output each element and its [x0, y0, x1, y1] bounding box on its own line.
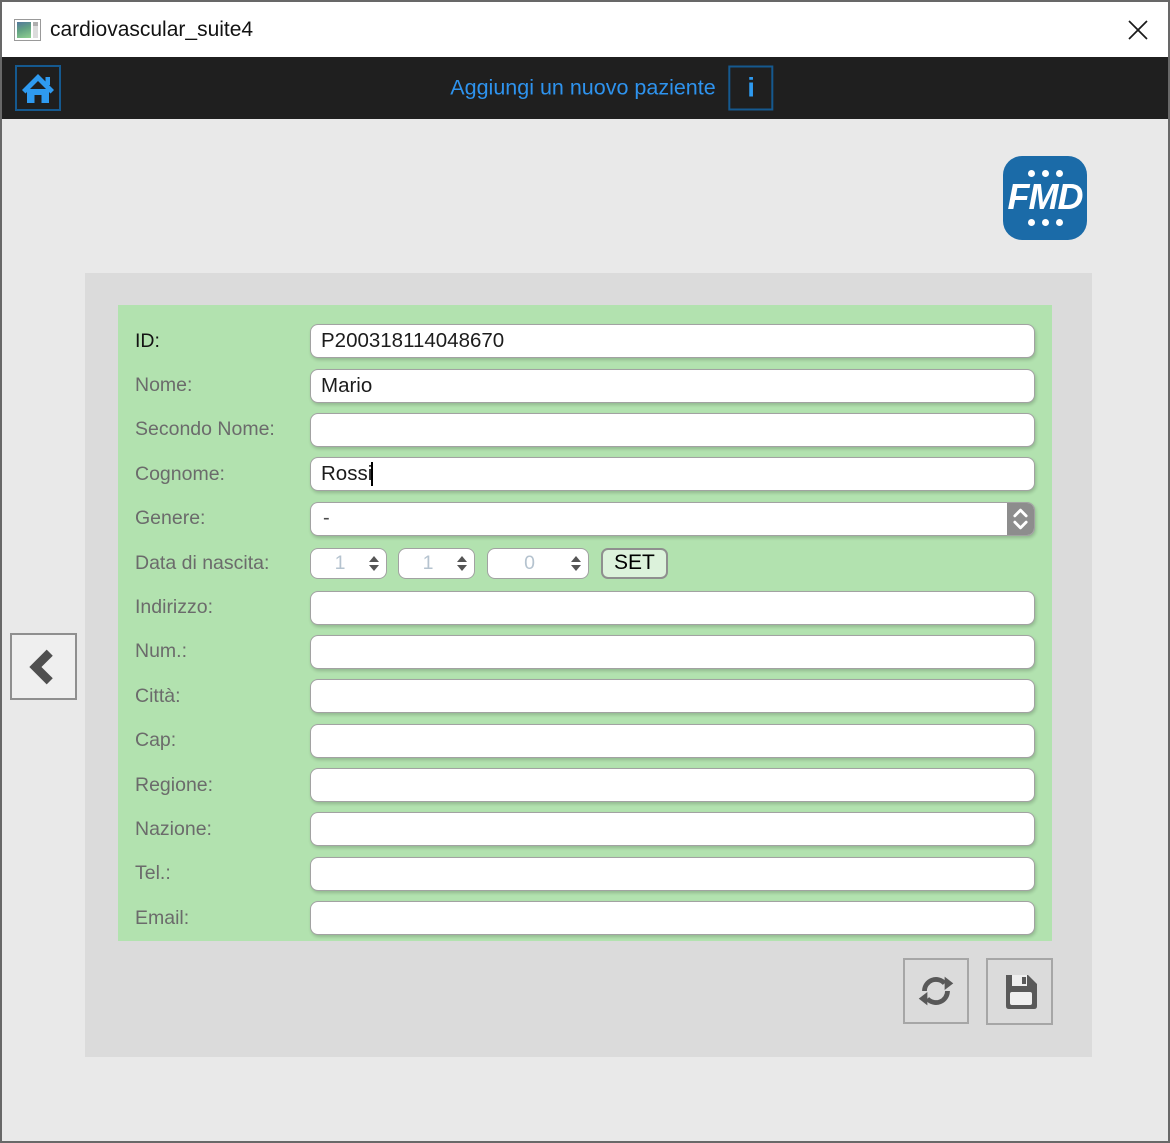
refresh-button[interactable]	[903, 958, 969, 1024]
genere-label: Genere:	[118, 507, 310, 530]
nome-input[interactable]	[310, 369, 1035, 403]
form-row-nome: Nome:	[118, 363, 1052, 407]
secondo-nome-label: Secondo Nome:	[118, 418, 310, 441]
set-date-button[interactable]: SET	[601, 548, 668, 579]
form-row-nazione: Nazione:	[118, 807, 1052, 851]
close-button[interactable]	[1108, 2, 1168, 57]
regione-input[interactable]	[310, 768, 1035, 802]
refresh-icon	[913, 968, 959, 1014]
arrow-up-icon	[457, 556, 467, 562]
cognome-input-wrap	[310, 457, 1035, 491]
form-row-citta: Città:	[118, 674, 1052, 718]
nav-center: Aggiungi un nuovo paziente i	[450, 66, 773, 111]
tel-input[interactable]	[310, 857, 1035, 891]
home-icon	[20, 70, 56, 106]
cap-label: Cap:	[118, 729, 310, 752]
arrow-down-icon	[457, 565, 467, 571]
fmd-logo: FMD	[1003, 156, 1087, 240]
tel-label: Tel.:	[118, 862, 310, 885]
form-row-id: ID:	[118, 319, 1052, 363]
info-icon: i	[747, 75, 755, 102]
arrow-up-icon	[369, 556, 379, 562]
indirizzo-label: Indirizzo:	[118, 596, 310, 619]
chevron-up-icon	[1012, 508, 1029, 518]
form-row-regione: Regione:	[118, 763, 1052, 807]
back-button[interactable]	[10, 633, 77, 700]
window-title: cardiovascular_suite4	[50, 18, 253, 42]
data-nascita-label: Data di nascita:	[118, 552, 310, 575]
genere-spinner-button[interactable]	[1007, 503, 1034, 535]
chevron-left-icon	[23, 646, 65, 688]
save-icon	[998, 970, 1042, 1014]
num-input[interactable]	[310, 635, 1035, 669]
form-row-indirizzo: Indirizzo:	[118, 585, 1052, 629]
info-button[interactable]: i	[729, 66, 774, 111]
id-input[interactable]	[310, 324, 1035, 358]
form-row-cap: Cap:	[118, 719, 1052, 763]
genere-select[interactable]: -	[310, 502, 1035, 536]
nazione-label: Nazione:	[118, 818, 310, 841]
genere-selected-value: -	[311, 503, 1007, 535]
page-title: Aggiungi un nuovo paziente	[450, 76, 715, 101]
email-label: Email:	[118, 907, 310, 930]
arrow-down-icon	[369, 565, 379, 571]
nav-bar: Aggiungi un nuovo paziente i	[2, 57, 1168, 119]
form-row-num: Num.:	[118, 630, 1052, 674]
year-spinner[interactable]: 0	[487, 548, 589, 579]
form-row-secondo-nome: Secondo Nome:	[118, 408, 1052, 452]
nazione-input[interactable]	[310, 812, 1035, 846]
content-area: FMD ID: Nome: Secondo Nome:	[2, 119, 1168, 1141]
form-panel: ID: Nome: Secondo Nome: Cognome:	[85, 273, 1092, 1057]
patient-form: ID: Nome: Secondo Nome: Cognome:	[118, 305, 1052, 941]
home-button[interactable]	[15, 65, 61, 111]
logo-text: FMD	[1008, 179, 1083, 215]
email-input[interactable]	[310, 901, 1035, 935]
citta-label: Città:	[118, 685, 310, 708]
chevron-down-icon	[1012, 520, 1029, 530]
form-row-genere: Genere: -	[118, 497, 1052, 541]
cognome-label: Cognome:	[118, 463, 310, 486]
form-row-data-nascita: Data di nascita: 1 1 0 SET	[118, 541, 1052, 585]
close-icon	[1126, 18, 1150, 42]
cap-input[interactable]	[310, 724, 1035, 758]
id-label: ID:	[118, 330, 310, 353]
regione-label: Regione:	[118, 774, 310, 797]
app-window: cardiovascular_suite4 Aggiungi un nuovo …	[0, 0, 1170, 1143]
citta-input[interactable]	[310, 679, 1035, 713]
month-spinner[interactable]: 1	[398, 548, 475, 579]
text-caret	[371, 462, 373, 486]
year-value: 0	[488, 552, 571, 575]
cognome-input[interactable]	[310, 457, 1035, 491]
month-spinner-arrows[interactable]	[457, 556, 467, 571]
year-spinner-arrows[interactable]	[571, 556, 581, 571]
form-row-tel: Tel.:	[118, 852, 1052, 896]
day-value: 1	[311, 552, 369, 575]
nome-label: Nome:	[118, 374, 310, 397]
save-button[interactable]	[986, 958, 1053, 1025]
secondo-nome-input[interactable]	[310, 413, 1035, 447]
form-row-cognome: Cognome:	[118, 452, 1052, 496]
app-icon	[14, 19, 41, 41]
form-row-email: Email:	[118, 896, 1052, 940]
month-value: 1	[399, 552, 457, 575]
logo-dots-bottom	[1028, 219, 1063, 226]
indirizzo-input[interactable]	[310, 591, 1035, 625]
title-bar[interactable]: cardiovascular_suite4	[2, 2, 1168, 57]
arrow-up-icon	[571, 556, 581, 562]
day-spinner[interactable]: 1	[310, 548, 387, 579]
arrow-down-icon	[571, 565, 581, 571]
day-spinner-arrows[interactable]	[369, 556, 379, 571]
num-label: Num.:	[118, 640, 310, 663]
